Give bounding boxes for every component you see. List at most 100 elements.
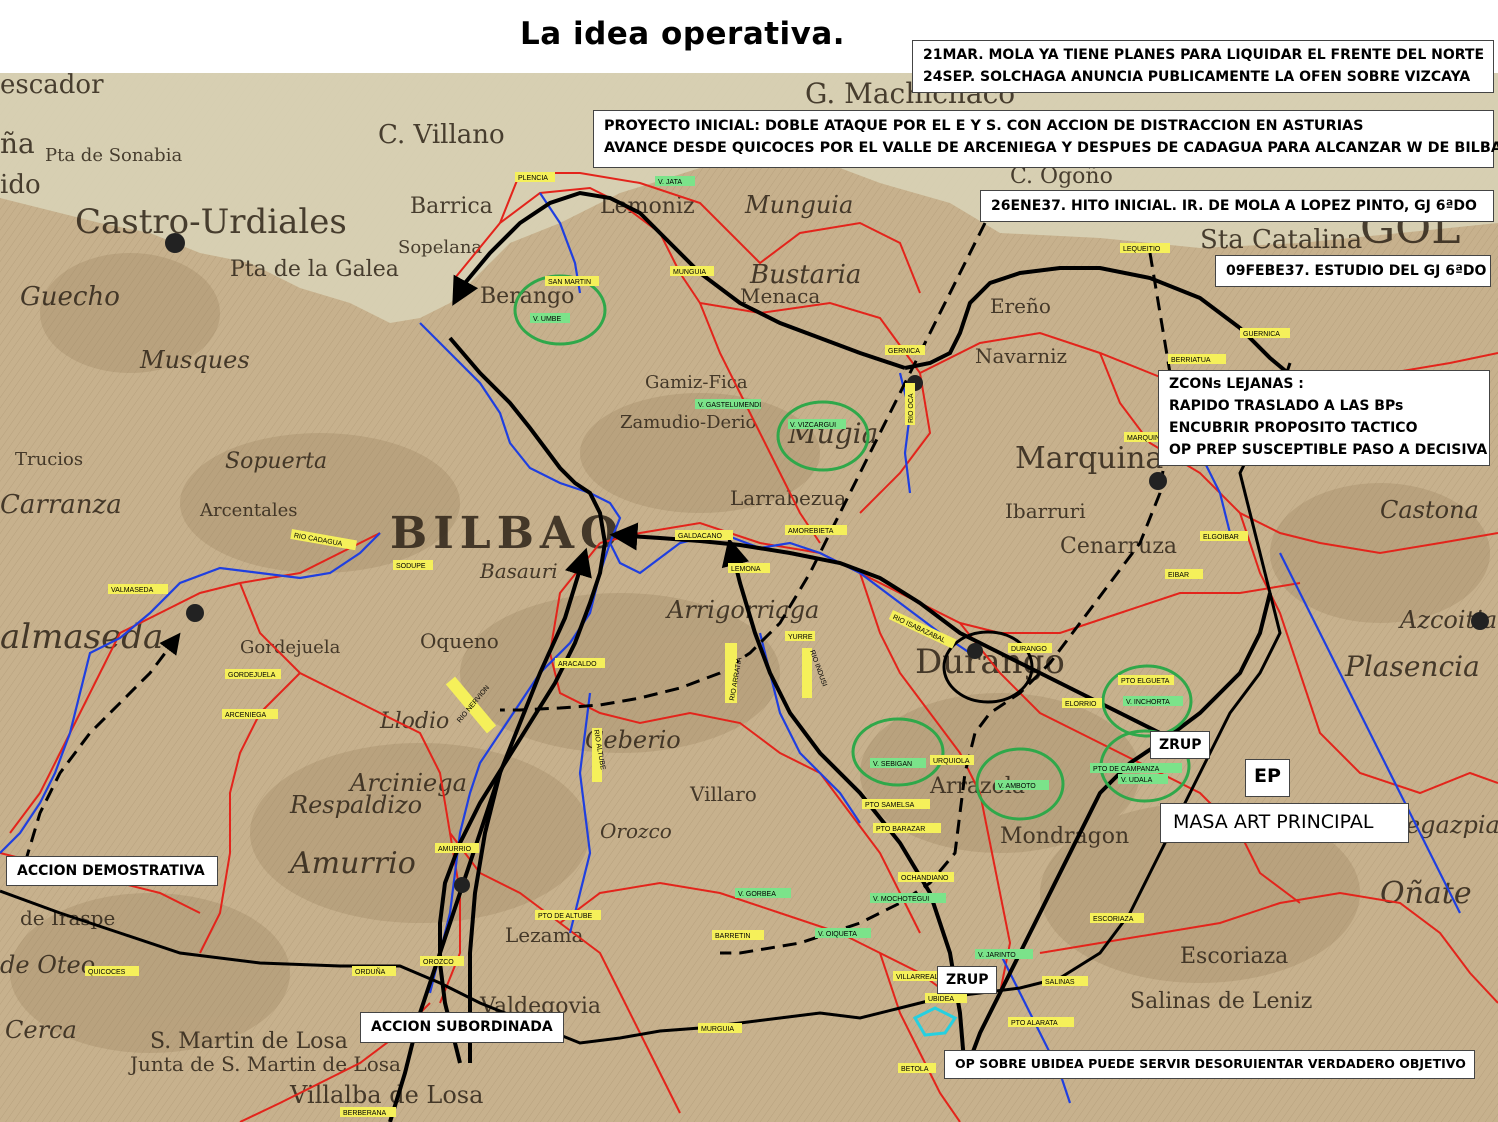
green-label: V. GORBEA (738, 891, 776, 898)
svg-text:Salinas de Leniz: Salinas de Leniz (1130, 989, 1312, 1014)
yellow-label: GUERNICA (1243, 331, 1280, 338)
yellow-label: VALMASEDA (111, 587, 154, 594)
svg-text:Respaldizo: Respaldizo (289, 791, 422, 819)
green-label: V. JARINTO (978, 952, 1016, 959)
estudio-text: 09FEBE37. ESTUDIO DEL GJ 6ªDO (1226, 263, 1487, 279)
yellow-label: YURRE (788, 634, 813, 641)
zcons-line-1: ZCONs LEJANAS : (1169, 376, 1304, 392)
yellow-label: PTO DE ALTUBE (538, 913, 593, 920)
zrup-east-text: ZRUP (1159, 737, 1202, 753)
timeline-box: 21MAR. MOLA YA TIENE PLANES PARA LIQUIDA… (912, 40, 1494, 93)
green-label: PTO DE CAMPANZA (1093, 766, 1160, 773)
svg-text:Cenarruza: Cenarruza (1060, 534, 1177, 559)
svg-text:Sta Catalina: Sta Catalina (1200, 225, 1362, 255)
svg-text:Guecho: Guecho (20, 282, 120, 312)
yellow-label: BERRIATUA (1171, 357, 1211, 364)
yellow-label: ARCENIEGA (225, 712, 267, 719)
accion-subordinada-box: ACCION SUBORDINADA (360, 1012, 564, 1043)
svg-text:BILBAO: BILBAO (390, 508, 624, 559)
hito-inicial-box: 26ENE37. HITO INICIAL. IR. DE MOLA A LOP… (980, 190, 1494, 222)
svg-text:Cerca: Cerca (5, 1016, 77, 1044)
svg-text:Oñate: Oñate (1380, 876, 1472, 911)
yellow-label: LEMONA (731, 566, 761, 573)
masa-art-box: MASA ART PRINCIPAL (1160, 803, 1409, 843)
green-label: V. GASTELUMENDI (698, 402, 761, 409)
zrup-south-box: ZRUP (937, 966, 997, 994)
svg-text:Sopuerta: Sopuerta (225, 449, 327, 474)
yellow-label: BARRETIN (715, 933, 750, 940)
svg-text:Plasencia: Plasencia (1344, 650, 1480, 683)
svg-text:Arrigorriaga: Arrigorriaga (665, 596, 819, 624)
yellow-label: OCHANDIANO (901, 875, 949, 882)
svg-text:Carranza: Carranza (0, 490, 122, 520)
svg-text:Basauri: Basauri (479, 559, 558, 583)
page-title: La idea operativa. (520, 16, 846, 52)
yellow-label: GALDACANO (678, 533, 723, 540)
svg-text:Trucios: Trucios (15, 449, 83, 470)
zcons-line-3: ENCUBRIR PROPOSITO TACTICO (1169, 420, 1418, 436)
svg-text:Escoriaza: Escoriaza (1180, 944, 1288, 969)
svg-text:Barrica: Barrica (410, 194, 493, 219)
svg-text:Musques: Musques (139, 346, 250, 374)
green-label: V. JATA (658, 179, 682, 186)
yellow-label: MUNGUIA (673, 269, 706, 276)
proyecto-line-2: AVANCE DESDE QUICOCES POR EL VALLE DE AR… (604, 140, 1498, 156)
yellow-label: URQUIOLA (933, 758, 970, 765)
masa-art-text: MASA ART PRINCIPAL (1173, 811, 1374, 833)
yellow-label: BERBERANA (343, 1110, 387, 1117)
svg-text:de Oteo: de Oteo (0, 951, 95, 979)
svg-text:Mondragon: Mondragon (1000, 824, 1129, 849)
zcons-box: ZCONs LEJANAS : RAPIDO TRASLADO A LAS BP… (1158, 370, 1490, 466)
yellow-label: GERNICA (888, 348, 920, 355)
timeline-line-2: 24SEP. SOLCHAGA ANUNCIA PUBLICAMENTE LA … (923, 69, 1471, 85)
yellow-label: LEQUEITIO (1123, 246, 1161, 253)
estudio-box: 09FEBE37. ESTUDIO DEL GJ 6ªDO (1215, 255, 1491, 287)
yellow-label: OROZCO (423, 959, 454, 966)
svg-text:Amurrio: Amurrio (287, 846, 416, 881)
timeline-line-1: 21MAR. MOLA YA TIENE PLANES PARA LIQUIDA… (923, 47, 1485, 63)
yellow-label: SODUPE (396, 563, 426, 570)
svg-text:Zamudio-Derio: Zamudio-Derio (620, 412, 756, 433)
ep-text: EP (1254, 765, 1281, 787)
op-ubidea-box: OP SOBRE UBIDEA PUEDE SERVIR DESORUIENTA… (944, 1050, 1475, 1079)
green-label: V. UDALA (1121, 777, 1153, 784)
yellow-label: SALINAS (1045, 979, 1075, 986)
accion-subordinada-text: ACCION SUBORDINADA (371, 1019, 553, 1035)
svg-text:escador: escador (0, 73, 104, 100)
proyecto-inicial-box: PROYECTO INICIAL: DOBLE ATAQUE POR EL E … (593, 110, 1498, 168)
svg-text:C. Villano: C. Villano (378, 120, 505, 150)
svg-text:Pta de la Galea: Pta de la Galea (230, 257, 399, 282)
svg-text:Gamiz-Fica: Gamiz-Fica (645, 372, 748, 393)
yellow-label: RIO OCA (908, 393, 915, 423)
accion-demostrativa-text: ACCION DEMOSTRATIVA (17, 863, 205, 879)
green-label: V. VIZCARGUI (790, 422, 836, 429)
svg-text:Lemoniz: Lemoniz (600, 194, 695, 219)
svg-text:ña: ña (0, 127, 35, 160)
yellow-label: ORDUÑA (355, 967, 386, 976)
svg-text:Villalba de Losa: Villalba de Losa (289, 1081, 483, 1109)
svg-text:Marquina: Marquina (1015, 441, 1163, 476)
zrup-south-text: ZRUP (946, 972, 989, 988)
yellow-label: PLENCIA (518, 175, 548, 182)
svg-text:Ereño: Ereño (990, 294, 1051, 318)
svg-text:Arcentales: Arcentales (199, 500, 298, 521)
yellow-label: SAN MARTIN (548, 279, 591, 286)
zrup-east-box: ZRUP (1150, 731, 1210, 759)
svg-text:Munguia: Munguia (744, 191, 853, 219)
yellow-label: DURANGO (1011, 646, 1047, 653)
yellow-label: ELGOIBAR (1203, 534, 1239, 541)
green-label: V. UMBE (533, 316, 561, 323)
yellow-label: MURGUIA (701, 1026, 734, 1033)
yellow-label: VILLARREAL (896, 974, 939, 981)
svg-text:Pta de Sonabia: Pta de Sonabia (45, 145, 182, 166)
historical-map: escador G. Machichaco C. Villano Pta de … (0, 73, 1498, 1122)
yellow-label: UBIDEA (928, 996, 954, 1003)
yellow-label: PTO ELGUETA (1121, 678, 1170, 685)
yellow-label: EIBAR (1168, 572, 1189, 579)
svg-text:Villaro: Villaro (689, 782, 757, 806)
green-label: V. OIQUETA (818, 931, 857, 938)
yellow-label: AMOREBIETA (788, 528, 834, 535)
svg-text:Castro-Urdiales: Castro-Urdiales (75, 202, 347, 242)
svg-text:ido: ido (0, 170, 41, 200)
svg-text:Sopelana: Sopelana (398, 237, 482, 258)
